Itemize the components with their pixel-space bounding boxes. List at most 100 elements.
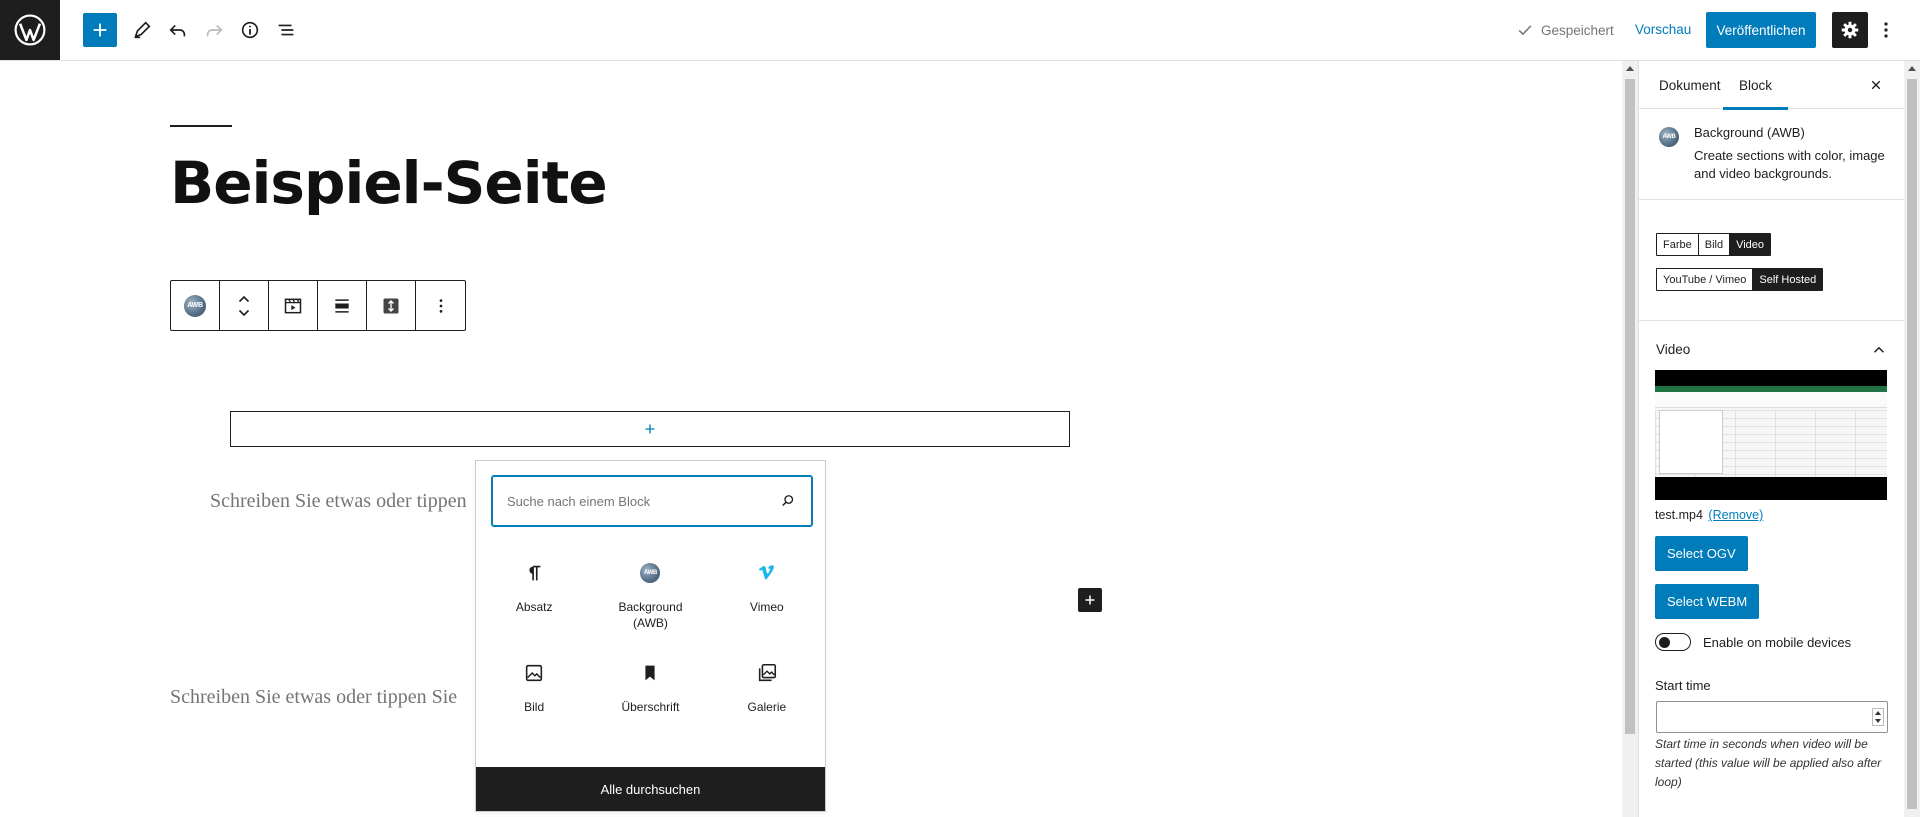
video-source-toggle-group: YouTube / Vimeo Self Hosted <box>1656 268 1824 291</box>
move-block-buttons[interactable] <box>220 281 269 330</box>
select-ogv-button[interactable]: Select OGV <box>1655 536 1748 571</box>
video-preview <box>1655 370 1887 500</box>
video-frame-icon <box>284 298 302 313</box>
block-item-absatz[interactable]: Absatz <box>476 559 592 631</box>
editor-scrollbar[interactable] <box>1622 61 1638 817</box>
full-height-button[interactable] <box>367 281 416 330</box>
info-icon <box>241 21 259 39</box>
align-wide-icon <box>335 298 349 313</box>
align-button[interactable] <box>318 281 367 330</box>
vertical-ellipsis-icon <box>439 298 442 313</box>
redo-icon <box>206 24 223 37</box>
wordpress-icon <box>14 14 46 46</box>
block-navigation-button[interactable] <box>269 13 303 47</box>
scroll-up-arrow-icon[interactable] <box>1626 66 1634 71</box>
block-item-vimeo[interactable]: Vimeo <box>709 559 825 631</box>
toggle-knob <box>1659 636 1670 648</box>
inner-paragraph-placeholder[interactable]: Schreiben Sie etwas oder tippen <box>210 490 467 513</box>
awb-icon: AWB <box>640 563 661 583</box>
more-options-button[interactable] <box>416 281 465 330</box>
vimeo-icon <box>753 559 781 587</box>
block-search-field[interactable] <box>492 476 812 526</box>
block-list: Absatz AWB Background (AWB) Vimeo Bild Ü… <box>476 559 825 715</box>
image-icon <box>520 659 548 687</box>
background-type-section: Farbe Bild Video YouTube / Vimeo Self Ho… <box>1639 200 1904 321</box>
page-title[interactable]: Beispiel-Seite <box>170 149 608 217</box>
redo-button[interactable] <box>197 13 231 47</box>
block-search-input[interactable] <box>507 493 779 509</box>
block-item-galerie[interactable]: Galerie <box>709 659 825 715</box>
vertical-ellipsis-icon <box>1884 22 1888 38</box>
scroll-up-arrow-icon[interactable] <box>1908 66 1916 71</box>
mobile-devices-toggle[interactable] <box>1655 633 1691 651</box>
browse-all-button[interactable]: Alle durchsuchen <box>476 767 825 811</box>
details-button[interactable] <box>233 13 267 47</box>
bg-type-bild[interactable]: Bild <box>1699 234 1731 255</box>
video-source-self-hosted[interactable]: Self Hosted <box>1753 269 1823 290</box>
scrollbar-thumb[interactable] <box>1625 79 1635 734</box>
block-card: AWB Background (AWB) Create sections wit… <box>1639 109 1904 200</box>
block-appender-button[interactable] <box>230 411 1070 447</box>
video-panel-title: Video <box>1656 342 1691 357</box>
scrollbar-thumb[interactable] <box>1907 79 1917 809</box>
background-type-toggle-group: Farbe Bild Video <box>1656 233 1772 256</box>
plus-icon <box>645 424 655 434</box>
inline-inserter-button[interactable] <box>1078 588 1102 612</box>
add-block-button[interactable] <box>83 13 117 47</box>
remove-video-link[interactable]: (Remove) <box>1708 508 1763 522</box>
video-source-youtube-vimeo[interactable]: YouTube / Vimeo <box>1657 269 1754 290</box>
plus-icon <box>1085 595 1095 605</box>
video-file-name: test.mp4 <box>1655 508 1703 522</box>
block-card-description: Create sections with color, image and vi… <box>1694 148 1885 181</box>
bg-type-farbe[interactable]: Farbe <box>1657 234 1699 255</box>
video-file-line: test.mp4 (Remove) <box>1655 508 1763 522</box>
close-icon <box>1871 80 1881 90</box>
block-item-ueberschrift[interactable]: Überschrift <box>592 659 708 715</box>
pencil-icon <box>134 21 151 39</box>
saved-indicator: Gespeichert <box>1515 20 1614 40</box>
block-inserter-popover: Absatz AWB Background (AWB) Vimeo Bild Ü… <box>475 460 826 812</box>
mobile-devices-toggle-label: Enable on mobile devices <box>1703 635 1852 650</box>
awb-icon: AWB <box>1659 127 1679 147</box>
heading-icon <box>636 659 664 687</box>
tab-document[interactable]: Dokument <box>1659 61 1721 109</box>
block-item-background-awb[interactable]: AWB Background (AWB) <box>592 559 708 631</box>
outer-paragraph-placeholder[interactable]: Schreiben Sie etwas oder tippen Sie <box>170 686 457 709</box>
wordpress-logo[interactable] <box>0 0 60 60</box>
settings-button[interactable] <box>1832 12 1868 48</box>
number-spinner[interactable] <box>1872 708 1884 726</box>
block-item-label: Absatz <box>515 600 553 614</box>
top-toolbar: Gespeichert Vorschau Veröffentlichen <box>0 0 1920 61</box>
block-item-label: Bild <box>524 700 545 714</box>
undo-icon <box>169 24 186 37</box>
block-item-label: Überschrift <box>621 700 680 714</box>
search-icon <box>782 495 794 507</box>
tab-block[interactable]: Block <box>1723 61 1789 110</box>
tools-button[interactable] <box>125 13 159 47</box>
bg-type-video[interactable]: Video <box>1730 234 1771 255</box>
block-toolbar: AWB <box>170 280 466 331</box>
start-time-input[interactable] <box>1656 701 1888 733</box>
undo-button[interactable] <box>161 13 195 47</box>
start-time-label: Start time <box>1655 678 1711 693</box>
title-separator <box>170 125 232 127</box>
plus-icon <box>93 23 107 37</box>
block-card-title: Background (AWB) <box>1694 125 1805 140</box>
block-item-bild[interactable]: Bild <box>476 659 592 715</box>
sidebar-tabs: Dokument Block <box>1639 61 1904 110</box>
sidebar-scrollbar[interactable] <box>1904 61 1920 817</box>
more-menu-button[interactable] <box>1876 14 1896 46</box>
video-panel-header[interactable]: Video <box>1639 321 1904 367</box>
gear-icon <box>1841 21 1859 39</box>
background-type-button[interactable] <box>269 281 318 330</box>
check-icon <box>1518 25 1532 36</box>
gallery-icon <box>753 659 781 687</box>
publish-button[interactable]: Veröffentlichen <box>1706 12 1816 48</box>
awb-icon: AWB <box>184 294 206 317</box>
list-view-icon <box>278 24 294 36</box>
close-sidebar-button[interactable] <box>1864 73 1888 97</box>
preview-button[interactable]: Vorschau <box>1635 22 1691 37</box>
select-webm-button[interactable]: Select WEBM <box>1655 584 1760 619</box>
block-type-button[interactable]: AWB <box>171 281 220 330</box>
paragraph-icon <box>520 559 548 587</box>
